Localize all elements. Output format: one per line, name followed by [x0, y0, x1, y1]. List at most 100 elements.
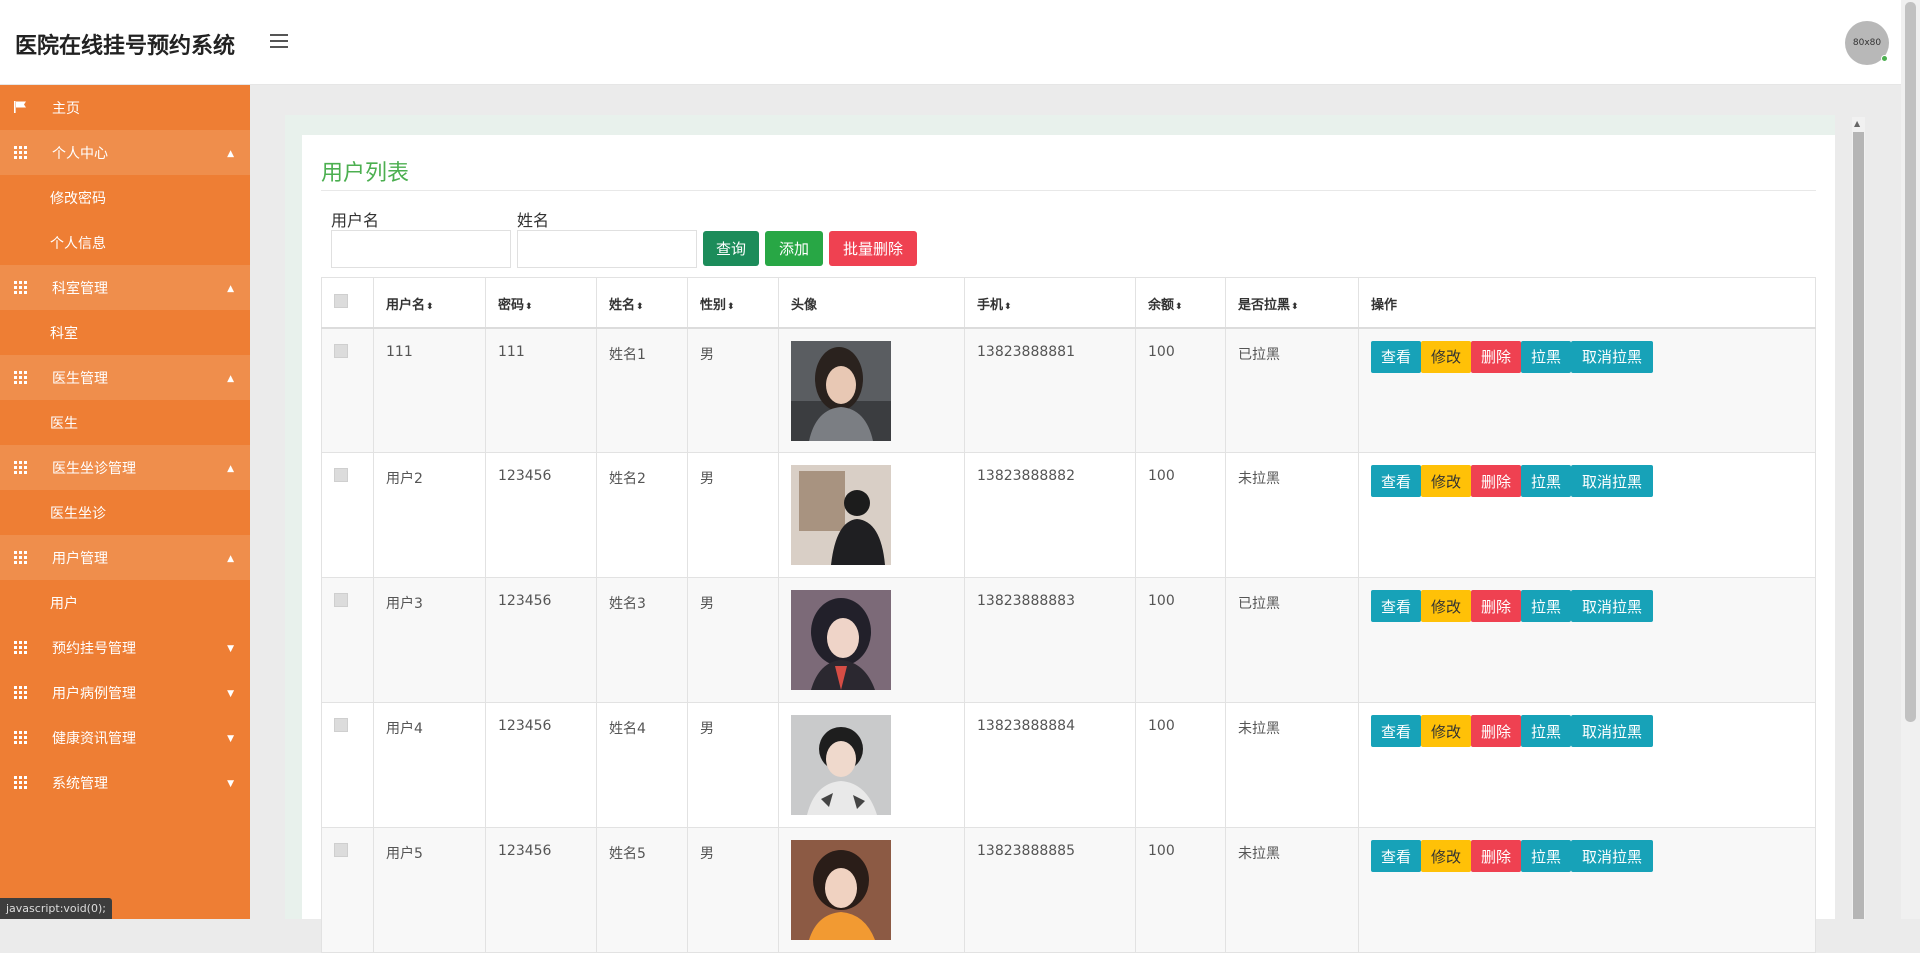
select-all-header	[321, 277, 374, 329]
delete-button[interactable]: 删除	[1471, 715, 1521, 747]
chevron-up-icon: ▲	[227, 464, 234, 474]
sidebar-item-user[interactable]: 用户	[0, 580, 250, 625]
row-select-cell	[321, 702, 374, 828]
sidebar-item-department-management[interactable]: 科室管理 ▲	[0, 265, 250, 310]
view-button[interactable]: 查看	[1371, 590, 1421, 622]
avatar-placeholder-text: 80x80	[1852, 38, 1882, 48]
edit-button[interactable]: 修改	[1421, 590, 1471, 622]
unblacklist-button[interactable]: 取消拉黑	[1571, 465, 1653, 497]
batch-delete-button[interactable]: 批量删除	[829, 231, 917, 266]
unblacklist-button[interactable]: 取消拉黑	[1571, 715, 1653, 747]
edit-button[interactable]: 修改	[1421, 715, 1471, 747]
sidebar-item-label: 用户病例管理	[52, 685, 136, 702]
row-select-cell	[321, 827, 374, 953]
blacklist-status-cell: 已拉黑	[1225, 327, 1359, 453]
password-cell: 123456	[485, 827, 597, 953]
view-button[interactable]: 查看	[1371, 715, 1421, 747]
view-button[interactable]: 查看	[1371, 465, 1421, 497]
unblacklist-button[interactable]: 取消拉黑	[1571, 340, 1653, 373]
sidebar-item-department[interactable]: 科室	[0, 310, 250, 355]
unblacklist-button[interactable]: 取消拉黑	[1571, 840, 1653, 872]
sort-icon[interactable]: ⬍	[426, 302, 434, 312]
phone-cell: 13823888881	[964, 327, 1136, 453]
balance-cell: 100	[1135, 327, 1226, 453]
select-all-checkbox[interactable]	[334, 294, 348, 308]
edit-button[interactable]: 修改	[1421, 840, 1471, 872]
column-header-label: 操作	[1371, 298, 1398, 313]
blacklist-button[interactable]: 拉黑	[1521, 340, 1571, 373]
view-button[interactable]: 查看	[1371, 340, 1421, 373]
username-cell: 用户2	[373, 452, 486, 578]
row-checkbox[interactable]	[334, 343, 348, 358]
content-scrollbar[interactable]: ▲	[1852, 117, 1865, 919]
column-header-blacklisted[interactable]: 是否拉黑⬍	[1225, 277, 1359, 329]
column-header-username[interactable]: 用户名⬍	[373, 277, 486, 329]
menu-toggle-icon[interactable]	[270, 34, 288, 48]
user-avatar-image	[791, 590, 891, 690]
view-button[interactable]: 查看	[1371, 840, 1421, 872]
scroll-up-icon[interactable]: ▲	[1854, 119, 1860, 128]
row-checkbox[interactable]	[334, 843, 348, 857]
sidebar-item-home[interactable]: 主页	[0, 85, 250, 130]
sidebar-item-change-password[interactable]: 修改密码	[0, 175, 250, 220]
column-header-gender[interactable]: 性别⬍	[687, 277, 779, 329]
delete-button[interactable]: 删除	[1471, 840, 1521, 872]
sidebar-item-health-news-management[interactable]: 健康资讯管理 ▼	[0, 715, 250, 760]
grid-icon	[14, 731, 27, 744]
sort-icon[interactable]: ⬍	[636, 302, 644, 312]
delete-button[interactable]: 删除	[1471, 590, 1521, 622]
name-cell: 姓名2	[596, 452, 688, 578]
balance-cell: 100	[1135, 577, 1226, 703]
blacklist-button[interactable]: 拉黑	[1521, 840, 1571, 872]
username-search-input[interactable]	[331, 230, 511, 268]
blacklist-button[interactable]: 拉黑	[1521, 715, 1571, 747]
column-header-label: 是否拉黑	[1238, 298, 1291, 313]
content-scrollbar-thumb[interactable]	[1853, 132, 1864, 919]
blacklist-button[interactable]: 拉黑	[1521, 590, 1571, 622]
sidebar-item-doctor-schedule-management[interactable]: 医生坐诊管理 ▲	[0, 445, 250, 490]
avatar-cell	[778, 827, 965, 953]
sidebar-item-personal-center[interactable]: 个人中心 ▲	[0, 130, 250, 175]
sort-icon[interactable]: ⬍	[727, 302, 735, 312]
sidebar-item-doctor-management[interactable]: 医生管理 ▲	[0, 355, 250, 400]
sort-icon[interactable]: ⬍	[525, 302, 533, 312]
column-header-balance[interactable]: 余额⬍	[1135, 277, 1226, 329]
password-cell: 123456	[485, 702, 597, 828]
sidebar-item-doctor[interactable]: 医生	[0, 400, 250, 445]
actions-cell: 查看 修改 删除 拉黑 取消拉黑	[1358, 327, 1816, 453]
sidebar-item-doctor-schedule[interactable]: 医生坐诊	[0, 490, 250, 535]
blacklist-status-cell: 未拉黑	[1225, 827, 1359, 953]
name-search-input[interactable]	[517, 230, 697, 268]
page-scrollbar-thumb[interactable]	[1905, 2, 1916, 722]
user-avatar-image	[791, 715, 891, 815]
sort-icon[interactable]: ⬍	[1291, 302, 1299, 312]
add-button[interactable]: 添加	[765, 231, 823, 266]
sidebar-item-system-management[interactable]: 系统管理 ▼	[0, 760, 250, 805]
column-header-password[interactable]: 密码⬍	[485, 277, 597, 329]
sidebar-item-appointment-management[interactable]: 预约挂号管理 ▼	[0, 625, 250, 670]
name-cell: 姓名5	[596, 827, 688, 953]
delete-button[interactable]: 删除	[1471, 465, 1521, 497]
delete-button[interactable]: 删除	[1471, 340, 1521, 373]
password-cell: 123456	[485, 452, 597, 578]
column-header-name[interactable]: 姓名⬍	[596, 277, 688, 329]
column-header-phone[interactable]: 手机⬍	[964, 277, 1136, 329]
avatar-cell	[778, 327, 965, 453]
edit-button[interactable]: 修改	[1421, 340, 1471, 373]
page-scrollbar[interactable]	[1901, 0, 1920, 919]
edit-button[interactable]: 修改	[1421, 465, 1471, 497]
column-header-label: 密码	[498, 298, 525, 313]
row-checkbox[interactable]	[334, 593, 348, 607]
avatar[interactable]: 80x80	[1845, 21, 1889, 65]
row-checkbox[interactable]	[334, 468, 348, 482]
sidebar-item-medical-record-management[interactable]: 用户病例管理 ▼	[0, 670, 250, 715]
unblacklist-button[interactable]: 取消拉黑	[1571, 590, 1653, 622]
blacklist-button[interactable]: 拉黑	[1521, 465, 1571, 497]
row-checkbox[interactable]	[334, 718, 348, 732]
query-button[interactable]: 查询	[703, 231, 759, 266]
sidebar-item-user-management[interactable]: 用户管理 ▲	[0, 535, 250, 580]
sort-icon[interactable]: ⬍	[1004, 302, 1012, 312]
sidebar-item-personal-info[interactable]: 个人信息	[0, 220, 250, 265]
grid-icon	[14, 281, 27, 294]
sort-icon[interactable]: ⬍	[1175, 302, 1183, 312]
